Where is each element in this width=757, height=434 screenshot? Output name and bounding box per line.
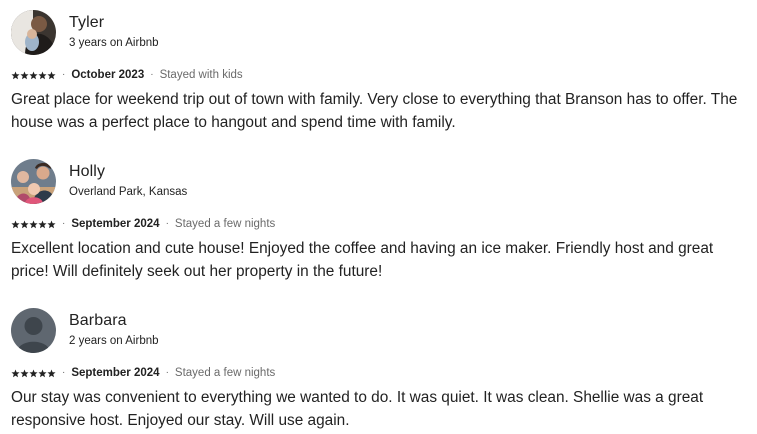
review-meta: · September 2024 · Stayed a few nights xyxy=(11,217,751,231)
star-icon xyxy=(29,219,38,228)
review-meta: · September 2024 · Stayed a few nights xyxy=(11,366,751,380)
separator-dot: · xyxy=(62,367,66,378)
star-rating xyxy=(11,219,56,229)
reviewer-name: Holly xyxy=(69,163,106,180)
star-icon xyxy=(11,219,20,228)
star-icon xyxy=(47,70,56,79)
reviewer-location: Overland Park, Kansas xyxy=(69,186,188,198)
star-icon xyxy=(20,70,29,79)
star-icon xyxy=(47,219,56,228)
separator-dot: · xyxy=(150,69,154,80)
stay-type: Stayed a few nights xyxy=(174,367,276,379)
review-item: Tyler 3 years on Airbnb · October 2023 ·… xyxy=(11,9,751,134)
reviewer-header: Holly Overland Park, Kansas xyxy=(11,158,751,204)
star-rating xyxy=(11,70,56,80)
review-meta: · October 2023 · Stayed with kids xyxy=(11,68,751,82)
reviewer-avatar[interactable] xyxy=(11,158,56,204)
star-icon xyxy=(20,219,29,228)
star-icon xyxy=(29,368,38,377)
star-icon xyxy=(29,70,38,79)
reviewer-tenure: 2 years on Airbnb xyxy=(69,335,159,347)
separator-dot: · xyxy=(165,218,169,229)
star-icon xyxy=(20,368,29,377)
review-text: Excellent location and cute house! Enjoy… xyxy=(11,240,714,280)
reviewer-header: Barbara 2 years on Airbnb xyxy=(11,307,751,353)
default-user-avatar-icon[interactable] xyxy=(11,307,56,353)
reviewer-tenure: 3 years on Airbnb xyxy=(69,37,159,49)
reviewer-header: Tyler 3 years on Airbnb xyxy=(11,9,751,55)
star-icon xyxy=(38,70,47,79)
review-date: September 2024 xyxy=(71,367,160,379)
review-text: Our stay was convenient to everything we… xyxy=(11,389,704,429)
stay-type: Stayed a few nights xyxy=(174,218,276,230)
review-date: October 2023 xyxy=(71,69,145,81)
star-icon xyxy=(38,368,47,377)
star-icon xyxy=(38,219,47,228)
reviewer-name: Tyler xyxy=(69,14,105,31)
separator-dot: · xyxy=(62,69,66,80)
separator-dot: · xyxy=(62,218,66,229)
reviewer-name: Barbara xyxy=(69,312,127,329)
star-icon xyxy=(11,368,20,377)
review-date: September 2024 xyxy=(71,218,160,230)
review-text: Great place for weekend trip out of town… xyxy=(11,91,738,131)
star-rating xyxy=(11,368,56,378)
separator-dot: · xyxy=(165,367,169,378)
star-icon xyxy=(47,368,56,377)
review-item: Barbara 2 years on Airbnb · September 20… xyxy=(11,307,751,432)
star-icon xyxy=(11,70,20,79)
reviewer-avatar[interactable] xyxy=(11,9,56,55)
review-item: Holly Overland Park, Kansas · September … xyxy=(11,158,751,283)
stay-type: Stayed with kids xyxy=(159,69,243,81)
